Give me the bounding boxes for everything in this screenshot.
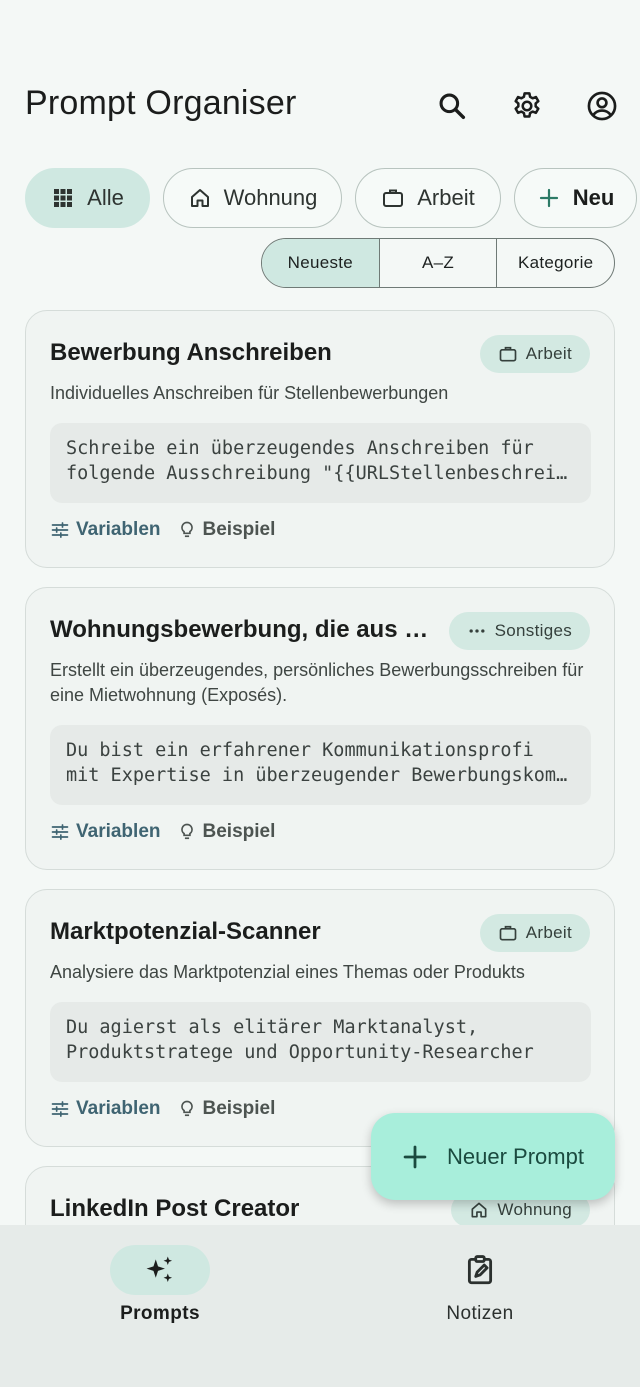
category-badge: Arbeit — [479, 335, 590, 373]
card-meta: Variablen Beispiel — [50, 515, 275, 545]
plus-icon — [403, 1145, 427, 1168]
prompt-preview-line: Du agierst als elitärer Marktanalyst, — [66, 1017, 479, 1038]
sparkles-icon — [146, 1256, 173, 1283]
example-indicator[interactable]: Beispiel — [177, 519, 276, 541]
account-button[interactable] — [582, 86, 622, 126]
nav-indicator — [430, 1245, 530, 1295]
plus-icon — [539, 188, 558, 208]
home-icon — [190, 189, 209, 207]
prompt-preview: Schreibe ein überzeugendes Anschreiben f… — [50, 423, 591, 503]
prompt-card[interactable]: Marktpotenzial-Scanner Arbeit Analysiere… — [25, 889, 615, 1147]
briefcase-icon — [499, 925, 517, 941]
example-label: Beispiel — [202, 1098, 276, 1119]
variables-indicator[interactable]: Variablen — [50, 1098, 161, 1120]
chip-label: Alle — [87, 185, 124, 210]
nav-label: Prompts — [120, 1303, 200, 1324]
prompt-preview: Du agierst als elitärer Marktanalyst, Pr… — [50, 1002, 591, 1082]
category-badge-label: Arbeit — [525, 344, 572, 363]
sort-option-neueste[interactable]: Neueste — [262, 239, 380, 287]
category-filter-chips: Alle Wohnung Arbeit Neu — [25, 168, 640, 228]
variables-label: Variablen — [76, 1098, 161, 1119]
variables-indicator[interactable]: Variablen — [50, 519, 161, 541]
nav-item-prompts[interactable]: Prompts — [60, 1245, 260, 1325]
category-badge-label: Sonstiges — [494, 621, 572, 640]
briefcase-icon — [499, 346, 517, 362]
account-icon — [587, 91, 617, 121]
variables-label: Variablen — [76, 519, 161, 540]
home-icon — [471, 1202, 487, 1218]
chip-neu[interactable]: Neu — [514, 168, 637, 228]
more-icon — [469, 629, 485, 633]
lightbulb-icon — [180, 521, 193, 538]
settings-button[interactable] — [507, 86, 547, 126]
chip-alle[interactable]: Alle — [25, 168, 150, 228]
variables-label: Variablen — [76, 821, 161, 842]
tune-icon — [51, 522, 69, 538]
variables-indicator[interactable]: Variablen — [50, 821, 161, 843]
example-indicator[interactable]: Beispiel — [177, 821, 276, 843]
app-screen: Prompt Organiser Alle Wohnung Arbeit Neu… — [0, 0, 640, 1387]
example-indicator[interactable]: Beispiel — [177, 1098, 276, 1120]
tune-icon — [51, 1101, 69, 1117]
prompt-preview-line: folgende Ausschreibung "{{URLStellenbesc… — [66, 463, 575, 484]
chip-wohnung[interactable]: Wohnung — [163, 168, 342, 228]
nav-indicator — [110, 1245, 210, 1295]
card-meta: Variablen Beispiel — [50, 1094, 275, 1124]
tune-icon — [51, 824, 69, 840]
card-description: Erstellt ein überzeugendes, persönliches… — [50, 660, 584, 705]
chip-label: Arbeit — [417, 185, 475, 210]
prompt-preview-line: mit Expertise in überzeugender Bewerbung… — [66, 765, 575, 786]
card-meta: Variablen Beispiel — [50, 817, 275, 847]
example-label: Beispiel — [202, 519, 276, 540]
nav-label: Notizen — [446, 1303, 514, 1324]
sort-option-kategorie[interactable]: Kategorie — [497, 239, 614, 287]
chip-arbeit[interactable]: Arbeit — [355, 168, 501, 228]
prompt-preview: Du bist ein erfahrener Kommunikationspro… — [50, 725, 591, 805]
clipboard-edit-icon — [467, 1255, 493, 1285]
grid-icon — [54, 189, 73, 207]
chip-label: Neu — [572, 185, 615, 210]
search-button[interactable] — [432, 86, 472, 126]
briefcase-icon — [383, 189, 404, 207]
prompt-card[interactable]: Wohnungsbewerbung, die aus der Masse her… — [25, 587, 615, 870]
category-badge-label: Arbeit — [525, 923, 572, 942]
settings-icon — [514, 92, 540, 118]
category-badge: Sonstiges — [448, 612, 590, 650]
sort-option-a-z[interactable]: A–Z — [380, 239, 498, 287]
prompt-preview-line: Schreibe ein überzeugendes Anschreiben f… — [66, 438, 534, 459]
card-title: Wohnungsbewerbung, die aus der Masse her… — [50, 616, 432, 643]
card-description: Analysiere das Marktpotenzial eines Them… — [50, 962, 525, 982]
chip-label: Wohnung — [223, 185, 318, 210]
fab-label: Neuer Prompt — [447, 1143, 584, 1169]
top-app-bar: Prompt Organiser — [0, 70, 640, 144]
lightbulb-icon — [180, 823, 193, 840]
new-prompt-fab[interactable]: Neuer Prompt — [371, 1113, 615, 1200]
prompt-preview-line: Du bist ein erfahrener Kommunikationspro… — [66, 740, 534, 761]
nav-item-notizen[interactable]: Notizen — [380, 1245, 580, 1325]
card-title: Bewerbung Anschreiben — [50, 339, 332, 366]
card-description: Individuelles Anschreiben für Stellenbew… — [50, 383, 449, 403]
example-label: Beispiel — [202, 821, 276, 842]
prompt-card[interactable]: Bewerbung Anschreiben Arbeit Individuell… — [25, 310, 615, 568]
search-icon — [439, 93, 466, 120]
category-badge-label: Wohnung — [497, 1200, 572, 1219]
prompt-preview-line: Produktstratege und Opportunity-Research… — [66, 1042, 534, 1063]
bottom-navigation: Prompts Notizen — [0, 1225, 640, 1387]
lightbulb-icon — [180, 1100, 193, 1117]
card-title: Marktpotenzial-Scanner — [50, 918, 321, 945]
sort-segmented-control: Neueste A–Z Kategorie — [261, 238, 615, 288]
app-title: Prompt Organiser — [25, 84, 297, 122]
category-badge: Arbeit — [479, 914, 590, 952]
